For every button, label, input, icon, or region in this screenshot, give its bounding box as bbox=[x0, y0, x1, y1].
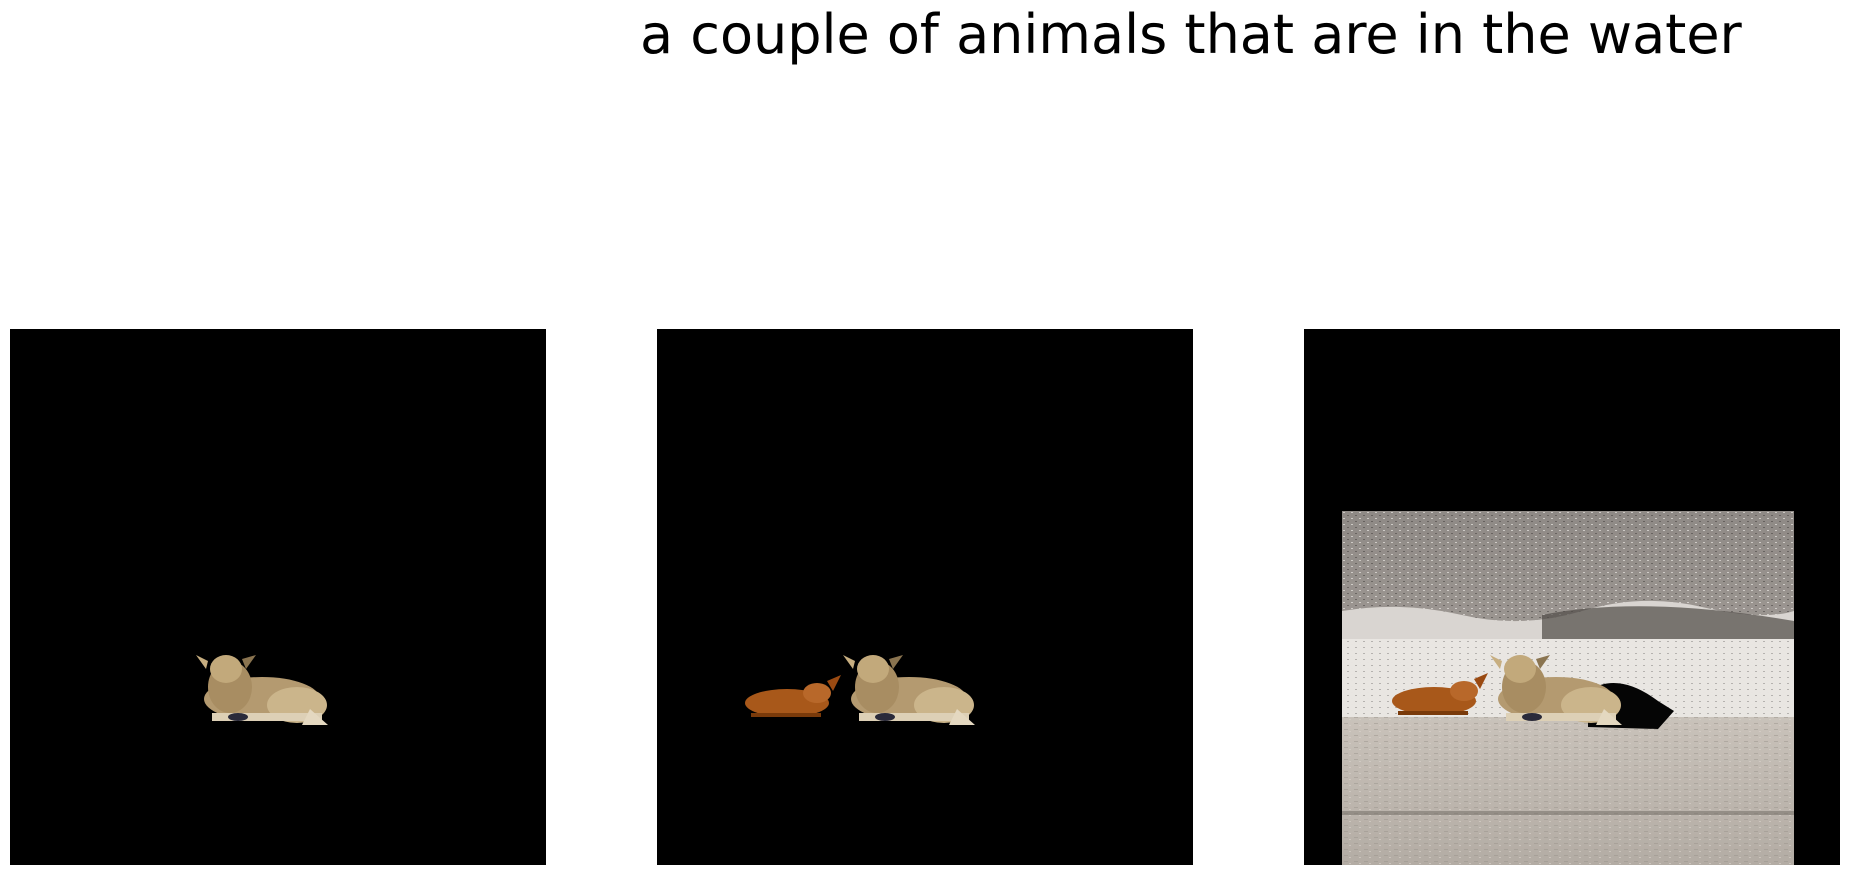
image-caption: a couple of animals that are in the wate… bbox=[640, 3, 1742, 66]
panel-single-cow bbox=[10, 329, 546, 865]
beach-photo bbox=[1342, 511, 1794, 865]
panel-single-cow-image bbox=[10, 329, 546, 865]
panel-two-cows-image bbox=[657, 329, 1193, 865]
panel-beach-scene-image bbox=[1304, 329, 1840, 865]
panel-two-cows bbox=[657, 329, 1193, 865]
panel-beach-scene bbox=[1304, 329, 1840, 865]
page: a couple of animals that are in the wate… bbox=[0, 0, 1849, 875]
